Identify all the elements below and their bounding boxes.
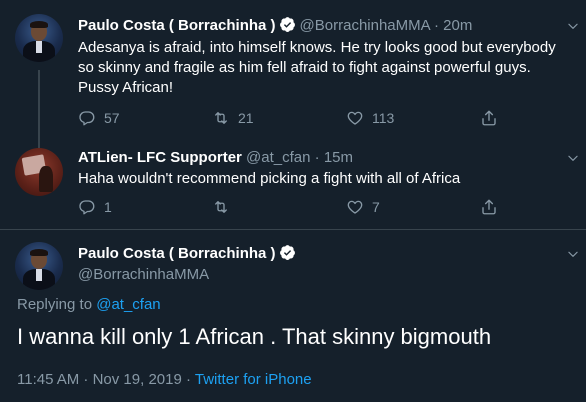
tweet-time[interactable]: 15m [324, 149, 353, 166]
reply-button[interactable]: 1 [78, 196, 112, 218]
display-name[interactable]: Paulo Costa ( Borrachinha ) [78, 245, 276, 262]
tweet-main: Paulo Costa ( Borrachinha ) @Borrachinha… [0, 230, 586, 402]
like-button[interactable]: 113 [346, 107, 394, 129]
user-handle[interactable]: @at_cfan [246, 149, 310, 166]
replying-to-label: Replying to [17, 296, 97, 313]
tweet-atlien[interactable]: ATLien- LFC Supporter @at_cfan · 15m Hah… [0, 138, 586, 230]
chevron-down-icon[interactable] [566, 151, 580, 165]
main-tweet-text: I wanna kill only 1 African . That skinn… [17, 324, 492, 349]
avatar[interactable] [15, 14, 63, 62]
retweet-icon [212, 198, 230, 216]
reply-button[interactable]: 57 [78, 107, 120, 129]
like-button[interactable]: 7 [346, 196, 380, 218]
tweet-timestamp-row: 11:45 AM · Nov 19, 2019 · Twitter for iP… [17, 371, 312, 388]
share-button[interactable] [480, 107, 506, 129]
display-name-row: Paulo Costa ( Borrachinha ) [78, 244, 300, 263]
chevron-down-icon[interactable] [566, 247, 580, 261]
tweet-time[interactable]: 20m [443, 17, 472, 34]
tweet-actions: 57 21 113 [78, 107, 508, 129]
tweet-costa[interactable]: Paulo Costa ( Borrachinha ) @BorrachinhaM… [0, 0, 586, 138]
share-button[interactable] [480, 196, 506, 218]
display-name[interactable]: ATLien- LFC Supporter [78, 149, 242, 166]
retweet-button[interactable]: 21 [212, 107, 254, 129]
replying-to-mention[interactable]: @at_cfan [96, 296, 160, 313]
tweet-text: Haha wouldn't recommend picking a fight … [78, 170, 461, 187]
separator-dot: · [433, 17, 439, 34]
separator-dot: · [314, 149, 320, 166]
avatar[interactable] [15, 148, 63, 196]
chevron-down-icon[interactable] [566, 19, 580, 33]
tweet-header: Paulo Costa ( Borrachinha ) @BorrachinhaM… [78, 16, 472, 35]
retweet-count: 21 [238, 110, 254, 126]
verified-badge-icon [279, 244, 296, 261]
tweet-text: Adesanya is afraid, into himself knows. … [78, 39, 556, 96]
reply-icon [78, 198, 96, 216]
like-count: 7 [372, 199, 380, 215]
retweet-icon [212, 109, 230, 127]
replying-to: Replying to @at_cfan [17, 296, 161, 313]
display-name[interactable]: Paulo Costa ( Borrachinha ) [78, 17, 276, 34]
share-icon [480, 198, 498, 216]
like-icon [346, 198, 364, 216]
reply-count: 1 [104, 199, 112, 215]
user-handle[interactable]: @BorrachinhaMMA [300, 17, 430, 34]
tweet-actions: 1 7 [78, 196, 508, 218]
user-handle[interactable]: @BorrachinhaMMA [78, 265, 209, 284]
like-count: 113 [372, 110, 395, 126]
retweet-button[interactable] [212, 196, 238, 218]
verified-badge-icon [279, 16, 296, 33]
reply-count: 57 [104, 110, 120, 126]
share-icon [480, 109, 498, 127]
like-icon [346, 109, 364, 127]
reply-icon [78, 109, 96, 127]
avatar[interactable] [15, 242, 63, 290]
tweet-header: ATLien- LFC Supporter @at_cfan · 15m [78, 148, 353, 167]
tweet-timestamp[interactable]: 11:45 AM · Nov 19, 2019 · [17, 371, 195, 388]
tweet-source[interactable]: Twitter for iPhone [195, 371, 312, 388]
